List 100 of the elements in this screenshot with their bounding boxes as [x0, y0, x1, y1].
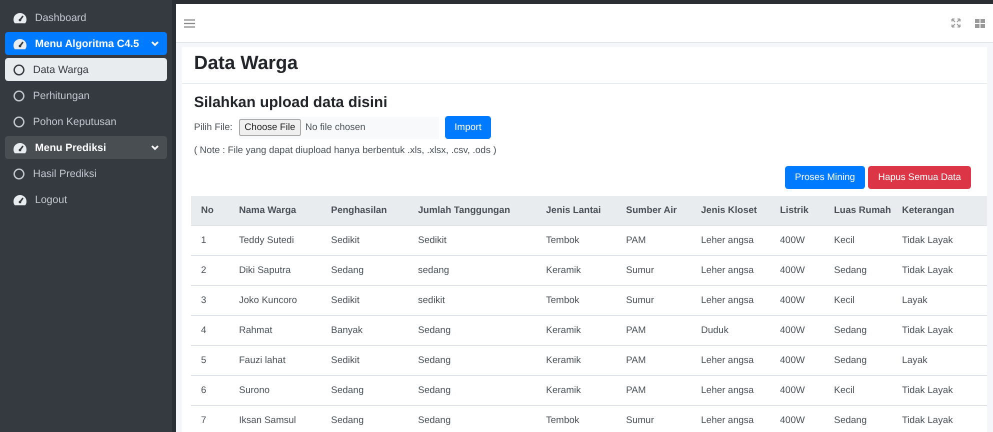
table-cell: Sumur	[616, 256, 691, 286]
table-cell: Diki Saputra	[229, 256, 321, 286]
table-cell: 400W	[770, 406, 824, 432]
table-cell: Keramik	[536, 346, 616, 376]
table-cell: Joko Kuncoro	[229, 286, 321, 316]
dashboard-icon	[13, 12, 27, 24]
table-cell: Sedang	[408, 346, 536, 376]
table-cell: Leher angsa	[691, 256, 770, 286]
table-cell: Fauzi lahat	[229, 346, 321, 376]
table-cell: Tidak Layak	[892, 376, 987, 406]
file-status: No file chosen	[305, 122, 366, 133]
table-cell: Sedang	[824, 316, 892, 346]
column-header: Sumber Air	[616, 196, 691, 226]
table-cell: Leher angsa	[691, 226, 770, 256]
column-header: Jenis Kloset	[691, 196, 770, 226]
column-header: Keterangan	[892, 196, 987, 226]
column-header: Luas Rumah	[824, 196, 892, 226]
import-button[interactable]: Import	[444, 116, 492, 139]
sidebar-item[interactable]: Logout	[5, 188, 167, 211]
table-cell: sedang	[408, 256, 536, 286]
table-cell: Keramik	[536, 256, 616, 286]
table-cell: Layak	[892, 346, 987, 376]
dashboard-icon	[13, 142, 27, 154]
sidebar-item[interactable]: Menu Prediksi	[5, 136, 167, 159]
table-cell: Leher angsa	[691, 286, 770, 316]
table-cell: Duduk	[691, 316, 770, 346]
table-cell: Keramik	[536, 316, 616, 346]
column-header: Listrik	[770, 196, 824, 226]
table-cell: Tidak Layak	[892, 316, 987, 346]
table-cell: Tembok	[536, 406, 616, 432]
table-cell: 4	[191, 316, 229, 346]
table-cell: Sedikit	[321, 346, 408, 376]
chevron-down-icon	[151, 40, 159, 46]
chevron-down-icon	[151, 144, 159, 150]
sidebar-item[interactable]: Menu Algoritma C4.5	[5, 32, 167, 55]
circle-icon	[13, 116, 25, 128]
table-cell: 400W	[770, 346, 824, 376]
sidebar-item[interactable]: Data Warga	[5, 58, 167, 81]
table-cell: Keramik	[536, 376, 616, 406]
sidebar-item[interactable]: Dashboard	[5, 6, 167, 29]
table-cell: Rahmat	[229, 316, 321, 346]
dashboard-icon	[13, 38, 27, 50]
table-cell: Leher angsa	[691, 346, 770, 376]
table-cell: Teddy Sutedi	[229, 226, 321, 256]
table-cell: Sedikit	[408, 226, 536, 256]
circle-icon	[13, 90, 25, 102]
table-cell: Sedang	[824, 406, 892, 432]
circle-icon	[13, 64, 25, 76]
fullscreen-icon[interactable]	[951, 18, 961, 28]
table-cell: Sedang	[408, 406, 536, 432]
table-cell: Tembok	[536, 286, 616, 316]
table-cell: Layak	[892, 286, 987, 316]
column-header: Jenis Lantai	[536, 196, 616, 226]
section-heading: Silahkan upload data disini	[194, 94, 388, 111]
sidebar-item[interactable]: Pohon Keputusan	[5, 110, 167, 133]
field-label: Pilih File:	[194, 122, 233, 133]
circle-icon	[13, 168, 25, 180]
grid-icon[interactable]	[975, 18, 985, 28]
table-cell: 2	[191, 256, 229, 286]
note-text: ( Note : File yang dapat diupload hanya berbentuk .xls, .xlsx, .csv, .ods )	[194, 145, 498, 156]
page-title: Data Warga	[194, 53, 299, 75]
column-header: Penghasilan	[321, 196, 408, 226]
table-cell: Tidak Layak	[892, 256, 987, 286]
choose-file-button[interactable]: Choose File	[238, 119, 302, 136]
table-cell: Sedang	[824, 256, 892, 286]
table-cell: 1	[191, 226, 229, 256]
table-cell: Kecil	[824, 376, 892, 406]
table-cell: 5	[191, 346, 229, 376]
table-cell: 400W	[770, 316, 824, 346]
table-cell: Sedang	[321, 406, 408, 432]
table-cell: 400W	[770, 256, 824, 286]
table-cell: 6	[191, 376, 229, 406]
table-cell: sedikit	[408, 286, 536, 316]
table-cell: Sedang	[321, 256, 408, 286]
table-cell: Sumur	[616, 406, 691, 432]
delete-all-button[interactable]: Hapus Semua Data	[868, 166, 971, 189]
table-cell: Tidak Layak	[892, 406, 987, 432]
table-cell: 400W	[770, 226, 824, 256]
table-cell: Leher angsa	[691, 376, 770, 406]
menu-icon[interactable]	[184, 18, 195, 28]
table-cell: 400W	[770, 376, 824, 406]
table-cell: Sedang	[321, 376, 408, 406]
table-cell: Leher angsa	[691, 406, 770, 432]
table-cell: Banyak	[321, 316, 408, 346]
table-cell: 400W	[770, 286, 824, 316]
table-cell: PAM	[616, 226, 691, 256]
table-cell: Iksan Samsul	[229, 406, 321, 432]
column-header: Jumlah Tanggungan	[408, 196, 536, 226]
sidebar-item[interactable]: Hasil Prediksi	[5, 162, 167, 185]
column-header: Nama Warga	[229, 196, 321, 226]
table-cell: Tembok	[536, 226, 616, 256]
sidebar-item[interactable]: Perhitungan	[5, 84, 167, 107]
table-cell: Sedang	[408, 376, 536, 406]
table-cell: 3	[191, 286, 229, 316]
table-cell: Kecil	[824, 286, 892, 316]
table-cell: Sedang	[408, 316, 536, 346]
process-button[interactable]: Proses Mining	[784, 166, 866, 189]
table-cell: PAM	[616, 346, 691, 376]
column-header: No	[191, 196, 229, 226]
table-cell: Sedikit	[321, 226, 408, 256]
